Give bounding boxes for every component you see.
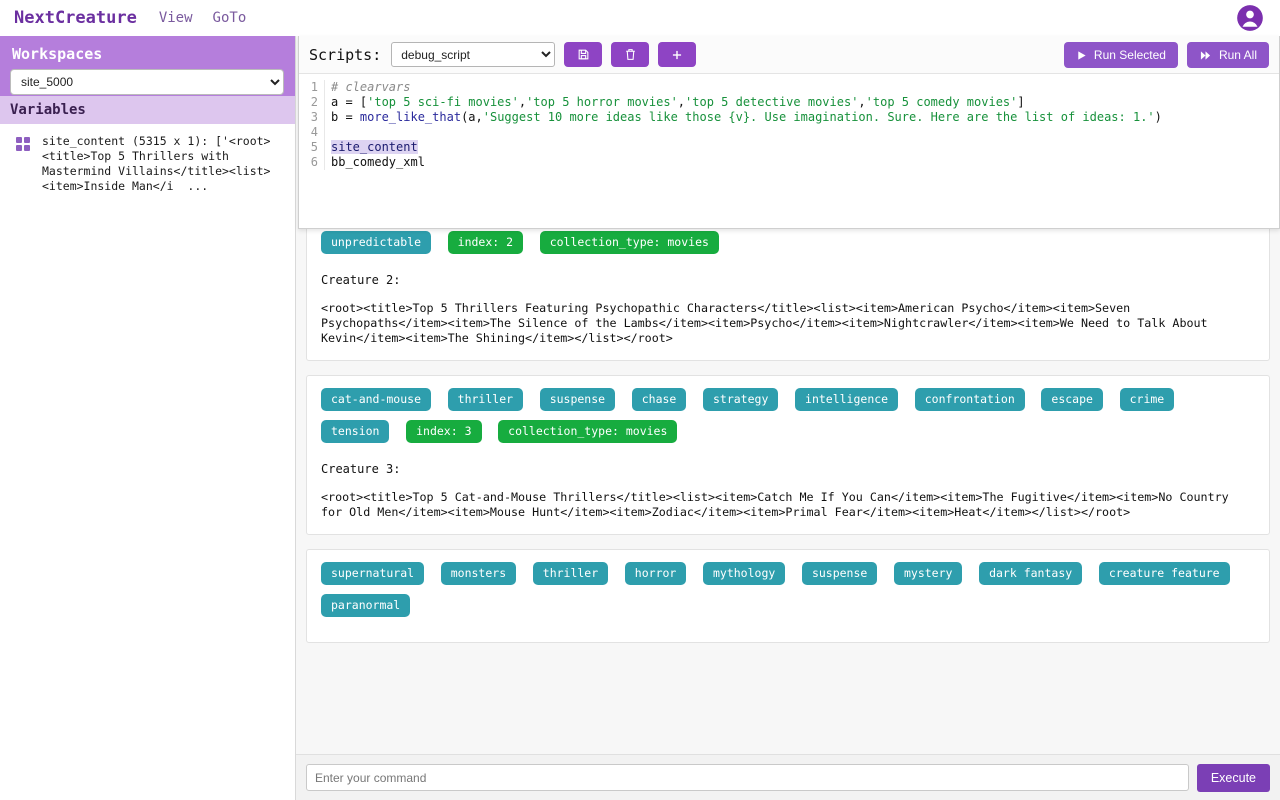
run-selected-button[interactable]: Run Selected bbox=[1064, 42, 1178, 68]
tag-chip[interactable]: mystery bbox=[894, 562, 962, 585]
code-line-number: 3 bbox=[299, 110, 325, 125]
tag-chip[interactable]: crime bbox=[1120, 388, 1175, 411]
result-card: cat-and-mouse thriller suspense chase st… bbox=[306, 375, 1270, 535]
script-editor-toolbar: Scripts: debug_script bbox=[299, 36, 1279, 73]
fast-forward-icon bbox=[1199, 50, 1212, 61]
tag-chip[interactable]: paranormal bbox=[321, 594, 410, 617]
code-line-text: site_content bbox=[325, 140, 418, 155]
code-line-number: 4 bbox=[299, 125, 325, 140]
workspace-select[interactable]: site_5000 bbox=[10, 69, 284, 95]
command-input[interactable] bbox=[306, 764, 1189, 791]
creature-label: Creature 3: bbox=[321, 462, 1255, 476]
tag-chip[interactable]: horror bbox=[625, 562, 687, 585]
code-line-text: a = ['top 5 sci-fi movies','top 5 horror… bbox=[325, 95, 1025, 110]
tag-chip[interactable]: tension bbox=[321, 420, 389, 443]
app-menu-bar: NextCreature View GoTo bbox=[0, 0, 1280, 36]
tag-chip[interactable]: index: 3 bbox=[406, 420, 481, 443]
grid-icon bbox=[16, 137, 30, 151]
code-line-number: 1 bbox=[299, 80, 325, 95]
plus-icon bbox=[670, 48, 684, 62]
run-all-button[interactable]: Run All bbox=[1187, 42, 1269, 68]
save-icon bbox=[577, 48, 590, 61]
code-line: 2a = ['top 5 sci-fi movies','top 5 horro… bbox=[299, 95, 1279, 110]
creature-body: <root><title>Top 5 Thrillers Featuring P… bbox=[321, 301, 1255, 346]
tag-chip[interactable]: creature feature bbox=[1099, 562, 1230, 585]
tag-row: cat-and-mouse thriller suspense chase st… bbox=[321, 388, 1255, 452]
app-brand-title: NextCreature bbox=[14, 8, 137, 28]
tag-chip[interactable]: monsters bbox=[441, 562, 516, 585]
user-circle-icon[interactable] bbox=[1236, 4, 1264, 32]
code-line: 1# clearvars bbox=[299, 80, 1279, 95]
tag-chip[interactable]: cat-and-mouse bbox=[321, 388, 431, 411]
tag-chip[interactable]: collection_type: movies bbox=[540, 231, 719, 254]
tag-chip[interactable]: unpredictable bbox=[321, 231, 431, 254]
tag-chip[interactable]: strategy bbox=[703, 388, 778, 411]
variables-section-header: Variables bbox=[0, 96, 295, 124]
result-card: supernatural monsters thriller horror my… bbox=[306, 549, 1270, 643]
tag-chip[interactable]: thriller bbox=[533, 562, 608, 585]
code-line: 4 bbox=[299, 125, 1279, 140]
code-line: 3b = more_like_that(a,'Suggest 10 more i… bbox=[299, 110, 1279, 125]
variable-item-label: site_content (5315 x 1): ['<root><title>… bbox=[42, 134, 282, 194]
tag-row: supernatural monsters thriller horror my… bbox=[321, 562, 1255, 626]
code-line-text bbox=[325, 125, 331, 140]
run-all-label: Run All bbox=[1219, 48, 1257, 62]
tag-chip[interactable]: intelligence bbox=[795, 388, 898, 411]
creature-body: <root><title>Top 5 Cat-and-Mouse Thrille… bbox=[321, 490, 1255, 520]
workspaces-title: Workspaces bbox=[12, 45, 285, 63]
code-line-text: b = more_like_that(a,'Suggest 10 more id… bbox=[325, 110, 1162, 125]
run-selected-label: Run Selected bbox=[1094, 48, 1166, 62]
creature-label: Creature 2: bbox=[321, 273, 1255, 287]
code-editor[interactable]: 1# clearvars2a = ['top 5 sci-fi movies',… bbox=[299, 73, 1279, 228]
execute-button[interactable]: Execute bbox=[1197, 764, 1270, 792]
menu-item-view[interactable]: View bbox=[159, 10, 193, 26]
tag-chip[interactable]: collection_type: movies bbox=[498, 420, 677, 443]
variables-list: site_content (5315 x 1): ['<root><title>… bbox=[0, 124, 295, 194]
run-button-group: Run Selected Run All bbox=[1064, 42, 1269, 68]
code-line-number: 5 bbox=[299, 140, 325, 155]
code-line-text: bb_comedy_xml bbox=[325, 155, 425, 170]
menu-item-goto[interactable]: GoTo bbox=[213, 10, 247, 26]
play-icon bbox=[1076, 50, 1087, 61]
tag-chip[interactable]: suspense bbox=[802, 562, 877, 585]
tag-chip[interactable]: suspense bbox=[540, 388, 615, 411]
code-line: 6bb_comedy_xml bbox=[299, 155, 1279, 170]
tag-chip[interactable]: confrontation bbox=[915, 388, 1025, 411]
code-line-number: 2 bbox=[299, 95, 325, 110]
code-line-text: # clearvars bbox=[325, 80, 410, 95]
script-select[interactable]: debug_script bbox=[391, 42, 555, 67]
save-script-button[interactable] bbox=[564, 42, 602, 67]
delete-script-button[interactable] bbox=[611, 42, 649, 67]
tag-chip[interactable]: chase bbox=[632, 388, 687, 411]
left-sidebar: Workspaces site_5000 Variables site_cont… bbox=[0, 36, 296, 800]
variables-title: Variables bbox=[10, 102, 86, 118]
code-line: 5site_content bbox=[299, 140, 1279, 155]
tag-chip[interactable]: mythology bbox=[703, 562, 785, 585]
workspaces-section-header: Workspaces site_5000 bbox=[0, 36, 295, 96]
code-line-number: 6 bbox=[299, 155, 325, 170]
tag-chip[interactable]: index: 2 bbox=[448, 231, 523, 254]
variable-item[interactable]: site_content (5315 x 1): ['<root><title>… bbox=[8, 134, 287, 194]
command-bar: Execute bbox=[296, 754, 1280, 800]
tag-chip[interactable]: escape bbox=[1041, 388, 1103, 411]
script-editor-panel: Scripts: debug_script bbox=[298, 36, 1280, 229]
tag-chip[interactable]: thriller bbox=[448, 388, 523, 411]
scripts-label: Scripts: bbox=[309, 46, 381, 64]
add-script-button[interactable] bbox=[658, 42, 696, 67]
trash-icon bbox=[624, 48, 637, 61]
tag-chip[interactable]: dark fantasy bbox=[979, 562, 1082, 585]
tag-chip[interactable]: supernatural bbox=[321, 562, 424, 585]
